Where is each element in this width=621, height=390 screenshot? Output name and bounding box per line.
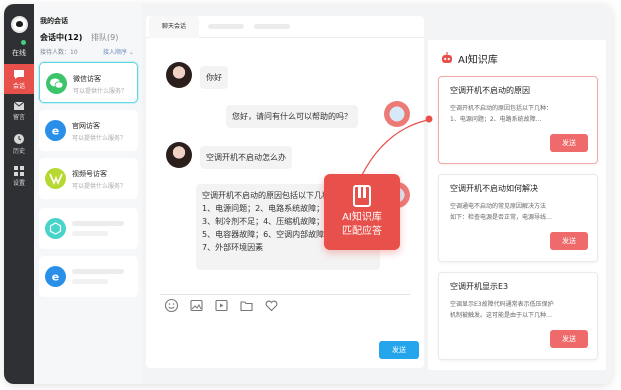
wechat-icon [46, 73, 67, 94]
tab-placeholder [208, 24, 244, 29]
online-status-dot [21, 40, 26, 45]
rail-item-label: 留言 [12, 114, 25, 121]
ai-badge-line2: 匹配应答 [342, 226, 382, 237]
kb-send-button[interactable]: 发送 [550, 232, 588, 250]
kb-answer-card[interactable]: 空调开机不启动如何解决 空调通电不启动的常见原因解决方法 如下：检查电源是否正常… [438, 174, 598, 262]
agent-avatar[interactable] [11, 16, 28, 33]
rail-item-label: 历史 [12, 148, 25, 155]
conversation-tabs: 会话中(12) 排队(9) [40, 32, 118, 43]
tab-queue[interactable]: 排队(9) [91, 33, 118, 42]
visitor-name: 视频号访客 [72, 170, 107, 178]
ai-match-badge: AI知识库 匹配应答 [324, 174, 400, 250]
visitor-last-message: 可以提供什么服务？ [72, 135, 127, 142]
agent-avatar [384, 101, 410, 127]
kb-answer: 空调通电不启动的常见原因解决方法 如下：检查电源是否正常，电源导线… [450, 203, 553, 221]
rail-item-history[interactable]: 历史 [4, 128, 34, 158]
visitor-card-placeholder[interactable] [39, 208, 138, 249]
rail-item-settings[interactable]: 设置 [4, 160, 34, 190]
visitor-message: 你好 [200, 66, 228, 89]
visitor-avatar [166, 142, 192, 168]
grid-icon [14, 166, 24, 176]
placeholder-line [72, 269, 124, 274]
kb-send-button[interactable]: 发送 [550, 134, 588, 152]
online-status-label: 在线 [12, 49, 26, 57]
kb-title: AI知识库 [458, 54, 498, 66]
rail-item-label: 会话 [12, 83, 25, 90]
kb-question: 空调开机不启动的原因 [450, 86, 530, 95]
video-channel-icon [45, 168, 66, 189]
panel-title: 我的会话 [40, 17, 68, 25]
tab-chat-session[interactable]: 聊天会话 [149, 16, 199, 38]
mail-icon [13, 101, 25, 110]
folder-icon[interactable] [239, 298, 254, 313]
visitor-name: 官网访客 [72, 122, 100, 130]
visitor-message: 空调开机不启动怎么办 [200, 146, 292, 169]
ai-knowledge-panel: AI知识库 空调开机不启动的原因 空调开机不启动的原因包括以下几种： 1、电源问… [428, 40, 606, 370]
visitor-card-wechat[interactable]: 微信访客 可以提供什么服务？ [39, 62, 138, 103]
ai-badge-line1: AI知识库 [342, 212, 382, 223]
visitor-avatar [166, 62, 192, 88]
visitor-name: 微信访客 [73, 75, 101, 83]
cube-icon [45, 218, 66, 239]
visitor-card-website[interactable]: e 官网访客 可以提供什么服务？ [39, 110, 138, 151]
browser-icon: e [45, 120, 66, 141]
placeholder-line [72, 231, 108, 236]
browser-icon: e [45, 266, 66, 287]
composer-toolbar [164, 298, 279, 313]
kb-question: 空调开机不启动如何解决 [450, 184, 538, 193]
kb-answer: 空调显示E3故障代码通常表示低压保护 机制被触发。这可能是由于以下几种… [450, 301, 554, 319]
tab-in-session[interactable]: 会话中(12) [40, 33, 82, 42]
sort-dropdown[interactable]: 接入顺序 ⌄ [103, 47, 134, 56]
chat-icon [14, 70, 24, 79]
heart-icon[interactable] [264, 298, 279, 313]
rail-item-messages[interactable]: 留言 [4, 96, 34, 126]
chat-tab-bar: 聊天会话 [146, 16, 424, 38]
agent-message: 您好，请问有什么可以帮助的吗？ [226, 105, 358, 128]
visitor-last-message: 可以提供什么服务？ [73, 88, 128, 95]
send-button[interactable]: 发送 [379, 341, 419, 359]
conversation-list-panel: 我的会话 会话中(12) 排队(9) 接待人数：10 接入顺序 ⌄ 微信访客 可… [34, 4, 142, 384]
rail-item-label: 设置 [12, 180, 25, 187]
clock-icon [14, 134, 24, 144]
kb-header: AI知识库 [440, 50, 498, 66]
kb-send-button[interactable]: 发送 [550, 330, 588, 348]
composer-divider [160, 294, 410, 295]
app-window: 在线 会话 留言 历史 设置 我的会话 会话中(12) 排队(9) 接待人数：1… [4, 4, 612, 384]
kb-answer: 空调开机不启动的原因包括以下几种： 1、电源问题；2、电路系统故障… [450, 105, 553, 123]
placeholder-line [72, 279, 108, 284]
tab-placeholder [254, 24, 290, 29]
robot-icon [442, 52, 452, 63]
emoji-icon[interactable] [164, 298, 179, 313]
video-icon[interactable] [214, 298, 229, 313]
visitor-last-message: 可以提供什么服务？ [72, 183, 127, 190]
svg-text:e: e [52, 271, 59, 284]
svg-text:e: e [52, 125, 59, 138]
visitor-card-placeholder[interactable]: e [39, 256, 138, 297]
placeholder-line [72, 221, 124, 226]
document-icon [353, 185, 371, 207]
kb-answer-card[interactable]: 空调开机不启动的原因 空调开机不启动的原因包括以下几种： 1、电源问题；2、电路… [438, 76, 598, 164]
reception-count: 接待人数：10 [40, 49, 78, 56]
rail-item-chat[interactable]: 会话 [4, 64, 34, 94]
nav-rail: 在线 会话 留言 历史 设置 [4, 4, 34, 384]
kb-answer-card[interactable]: 空调开机显示E3 空调显示E3故障代码通常表示低压保护 机制被触发。这可能是由于… [438, 272, 598, 360]
image-icon[interactable] [189, 298, 204, 313]
visitor-card-video-channel[interactable]: 视频号访客 可以提供什么服务？ [39, 158, 138, 199]
kb-question: 空调开机显示E3 [450, 282, 509, 291]
